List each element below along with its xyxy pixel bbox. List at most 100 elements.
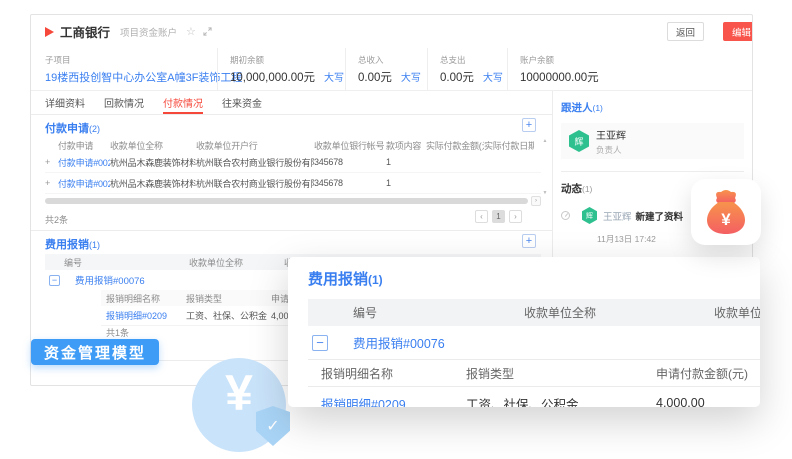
field-value: 0.00元大写 xyxy=(440,69,497,85)
tab-bar: 详细资料 回款情况 付款情况 往来资金 xyxy=(31,91,552,115)
back-button[interactable]: 返回 xyxy=(667,22,704,41)
col-header: 收款单位开户行 xyxy=(714,304,760,321)
col-header: 实际付款金额(元) xyxy=(426,139,484,152)
col-header: 报销明细名称 xyxy=(308,365,466,382)
table-row: + 付款申请#00274 杭州品木森鹿装饰材料有限公司 杭州联合农村商业银行股份… xyxy=(45,152,541,173)
field-label: 总收入 xyxy=(358,54,417,66)
col-header: 报销明细名称 xyxy=(101,292,186,305)
payment-request-link[interactable]: 付款申请#00274 xyxy=(58,156,110,169)
col-header: 报销类型 xyxy=(466,365,656,382)
summary-field-outcome: 总支出 0.00元大写 xyxy=(427,48,507,90)
expand-row-icon[interactable]: + xyxy=(45,157,58,167)
page-title: 工商银行 xyxy=(60,22,110,41)
section-count: (1) xyxy=(89,240,100,250)
currency-watermark: ¥ ✓ xyxy=(192,358,286,452)
section-title: 费用报销(1) xyxy=(45,236,538,252)
section-count: (2) xyxy=(89,124,100,134)
add-payment-button[interactable]: + xyxy=(522,118,536,132)
expense-popup: 费用报销(1) 编号 收款单位全称 收款单位开户行 − 费用报销#00076 报… xyxy=(288,257,760,407)
caps-link[interactable]: 大写 xyxy=(324,73,344,84)
col-header: 收款单位全称 xyxy=(524,304,714,321)
vertical-scrollbar[interactable]: ▲▼ xyxy=(541,138,549,196)
col-header: 申请付款金额(元) xyxy=(656,365,760,382)
section-title: 付款申请(2) xyxy=(45,120,538,136)
tab-details[interactable]: 详细资料 xyxy=(45,91,85,114)
popup-header-row: 编号 收款单位全称 收款单位开户行 xyxy=(308,299,760,326)
event-actor: 王亚辉 xyxy=(603,209,632,223)
scrollbar-track[interactable] xyxy=(45,198,528,204)
money-bag-card: ¥ xyxy=(691,179,761,245)
collapse-row-icon[interactable]: − xyxy=(312,335,328,351)
field-label: 子项目 xyxy=(45,54,207,66)
next-page-button[interactable]: › xyxy=(509,210,522,223)
field-label: 期初余额 xyxy=(230,54,335,66)
col-header: 付款申请 xyxy=(58,139,110,152)
detail-link[interactable]: 报销明细#0209 xyxy=(308,394,466,408)
project-link[interactable]: 19楼西投创智中心办公室A幢3F装饰工程 xyxy=(45,69,207,85)
col-header: 收款单位银行帐号 xyxy=(314,139,386,152)
topbar: 工商银行 项目资金账户 ☆ 返回 编辑 xyxy=(31,15,752,48)
expand-icon[interactable] xyxy=(203,27,212,36)
popup-expense-row: − 费用报销#00076 xyxy=(308,326,760,359)
prev-page-button[interactable]: ‹ xyxy=(475,210,488,223)
col-header: 收款单位全称 xyxy=(189,256,284,269)
field-value: 10000000.00元 xyxy=(520,69,599,85)
payment-footer: 共2条 ‹ 1 › xyxy=(45,210,538,226)
field-label: 总支出 xyxy=(440,54,497,66)
col-header: 编号 xyxy=(59,256,189,269)
col-header: 款项内容 xyxy=(386,139,426,152)
model-label: 资金管理模型 xyxy=(31,339,159,365)
tab-payments[interactable]: 付款情况 xyxy=(163,91,203,114)
detail-link[interactable]: 报销明细#0209 xyxy=(101,309,186,322)
payment-request-section: 付款申请(2) + 付款申请 收款单位全称 收款单位开户行 收款单位银行帐号 款… xyxy=(31,115,552,226)
collapse-row-icon[interactable]: − xyxy=(49,275,60,286)
table-header-row: 付款申请 收款单位全称 收款单位开户行 收款单位银行帐号 款项内容 实际付款金额… xyxy=(45,138,541,152)
current-page[interactable]: 1 xyxy=(492,210,505,223)
tab-transactions[interactable]: 往来资金 xyxy=(222,91,262,114)
expense-link[interactable]: 费用报销#00076 xyxy=(65,273,145,287)
edit-button[interactable]: 编辑 xyxy=(723,22,753,41)
expense-link[interactable]: 费用报销#00076 xyxy=(353,333,445,352)
popup-detail-row: 报销明细#0209 工资、社保、公积金 4,000.00 xyxy=(308,387,760,407)
summary-field-balance: 账户余额 10000000.00元 xyxy=(507,48,609,90)
col-header: 报销类型 xyxy=(186,292,271,305)
shield-check-icon: ✓ xyxy=(256,406,290,446)
avatar: 辉 xyxy=(582,207,597,224)
follower-block: 跟进人(1) 辉 王亚辉 负责人 xyxy=(553,91,752,172)
member-name: 王亚辉 xyxy=(596,127,626,142)
event-action: 新建了资料 xyxy=(636,209,684,223)
summary-field-opening: 期初余额 10,000,000.00元大写 xyxy=(217,48,345,90)
svg-text:¥: ¥ xyxy=(721,210,731,229)
tab-receipts[interactable]: 回款情况 xyxy=(104,91,144,114)
caps-link[interactable]: 大写 xyxy=(483,73,503,84)
payment-request-link[interactable]: 付款申请#00272 xyxy=(58,177,110,190)
summary-field-income: 总收入 0.00元大写 xyxy=(345,48,427,90)
table-row: + 付款申请#00272 杭州品木森鹿装饰材料有限公司 杭州联合农村商业银行股份… xyxy=(45,173,541,194)
follower-item[interactable]: 辉 王亚辉 负责人 xyxy=(561,123,744,159)
add-expense-button[interactable]: + xyxy=(522,234,536,248)
account-summary: 子项目 19楼西投创智中心办公室A幢3F装饰工程 期初余额 10,000,000… xyxy=(31,48,752,91)
page: 工商银行 项目资金账户 ☆ 返回 编辑 子项目 19楼西投创智中心办公室A幢3F… xyxy=(0,0,792,459)
col-header: 编号 xyxy=(332,304,524,321)
field-value: 10,000,000.00元大写 xyxy=(230,69,335,85)
col-header: 收款单位开户行 xyxy=(196,139,314,152)
scroll-right-icon[interactable]: › xyxy=(531,196,541,206)
caps-link[interactable]: 大写 xyxy=(401,73,421,84)
star-icon[interactable]: ☆ xyxy=(186,25,196,38)
field-value: 0.00元大写 xyxy=(358,69,417,85)
money-bag-icon: ¥ xyxy=(703,188,749,236)
horizontal-scrollbar[interactable]: › xyxy=(45,196,541,206)
expand-row-icon[interactable]: + xyxy=(45,178,58,188)
payment-table: 付款申请 收款单位全称 收款单位开户行 收款单位银行帐号 款项内容 实际付款金额… xyxy=(45,138,541,194)
follower-title: 跟进人(1) xyxy=(561,100,744,115)
row-count: 共2条 xyxy=(45,215,68,225)
popup-detail-header-row: 报销明细名称 报销类型 申请付款金额(元) xyxy=(308,359,760,387)
clock-icon xyxy=(561,211,570,220)
col-header: 实际付款日期 xyxy=(484,139,534,152)
pagination: ‹ 1 › xyxy=(475,210,522,223)
col-header: 收款单位全称 xyxy=(110,139,196,152)
field-label: 账户余额 xyxy=(520,54,599,66)
summary-field-project: 子项目 19楼西投创智中心办公室A幢3F装饰工程 xyxy=(45,48,217,90)
brand-arrow-icon xyxy=(45,27,54,37)
breadcrumb: 项目资金账户 xyxy=(120,25,177,39)
